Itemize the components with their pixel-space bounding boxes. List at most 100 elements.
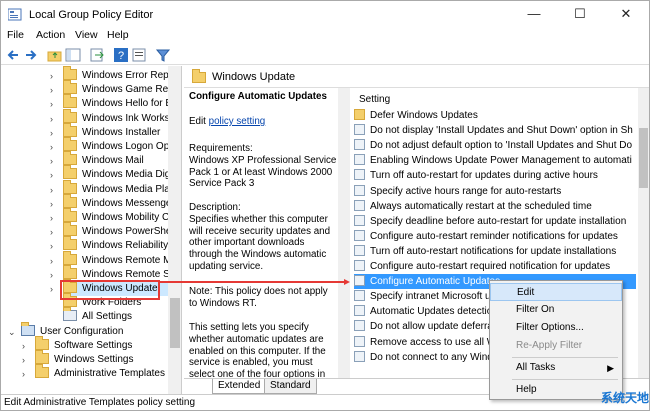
close-button[interactable]: ✕: [603, 1, 649, 29]
policy-setting-icon: [354, 290, 365, 302]
properties-icon[interactable]: [131, 47, 147, 63]
expand-arrow-icon[interactable]: ›: [50, 239, 53, 253]
collapse-arrow-icon[interactable]: ⌄: [8, 325, 16, 339]
policy-title: Configure Automatic Updates: [189, 91, 327, 102]
setting-row[interactable]: Configure auto-restart required notifica…: [354, 259, 636, 274]
folder-icon: [63, 179, 77, 194]
tree-item[interactable]: › Windows Mail: [50, 151, 144, 168]
expand-arrow-icon[interactable]: ›: [50, 112, 53, 126]
setting-row[interactable]: Do not display 'Install Updates and Shut…: [354, 123, 636, 138]
setting-label: Enabling Windows Update Power Management…: [370, 155, 632, 167]
setting-row[interactable]: Turn off auto-restart notifications for …: [354, 244, 636, 259]
policy-setting-icon: [354, 229, 365, 241]
ctx-edit[interactable]: Edit: [490, 283, 622, 301]
expand-arrow-icon[interactable]: ›: [50, 154, 53, 168]
expand-arrow-icon[interactable]: ›: [50, 140, 53, 154]
minimize-button[interactable]: —: [511, 1, 557, 29]
setting-row[interactable]: Enabling Windows Update Power Management…: [354, 153, 636, 168]
folder-icon: [63, 151, 77, 166]
note-text: Note: This policy does not apply to Wind…: [189, 286, 328, 309]
folder-icon: [63, 165, 77, 180]
ctx-separator: [512, 379, 618, 380]
tree-item[interactable]: › Windows Remote M: [50, 250, 172, 268]
menu-action[interactable]: Action: [36, 29, 65, 41]
tree-item[interactable]: › Administrative Templates: [22, 364, 165, 381]
setting-row[interactable]: Do not adjust default option to 'Install…: [354, 138, 636, 153]
edit-policy-link[interactable]: policy setting: [209, 116, 266, 127]
help-icon[interactable]: ?: [113, 47, 129, 63]
tree-item-label: Windows Media Pla: [82, 183, 170, 195]
tree-item[interactable]: › Windows Error Repo: [50, 66, 174, 83]
tree-item[interactable]: › Windows Messenger: [50, 193, 175, 211]
ctx-all-tasks[interactable]: All Tasks ▶: [490, 359, 622, 377]
tree-item[interactable]: › Windows Hello for B: [50, 94, 172, 111]
settings-column-header[interactable]: Setting: [359, 94, 390, 105]
expand-arrow-icon[interactable]: ›: [50, 126, 53, 140]
tab-standard[interactable]: Standard: [264, 379, 317, 394]
ctx-filter-options[interactable]: Filter Options...: [490, 319, 622, 337]
ctx-filter-on[interactable]: Filter On: [490, 301, 622, 319]
expand-arrow-icon[interactable]: ›: [50, 97, 53, 111]
tree-item-label: Windows Remote M: [82, 254, 172, 266]
tree-item[interactable]: › Windows Mobility C: [50, 208, 169, 225]
filter-icon[interactable]: [155, 47, 171, 63]
folder-icon: [35, 350, 49, 364]
setting-row[interactable]: Specify deadline before auto-restart for…: [354, 214, 636, 229]
tree-item[interactable]: › Windows Installer: [50, 122, 160, 140]
tree-item[interactable]: › Windows Settings: [22, 350, 133, 367]
tree-item[interactable]: All Settings: [63, 307, 132, 324]
tree-item-label: Windows Logon Opt: [82, 141, 173, 152]
expand-arrow-icon[interactable]: ›: [50, 268, 53, 282]
menu-view[interactable]: View: [75, 29, 98, 41]
tree-scrollbar-thumb[interactable]: [170, 298, 180, 348]
folder-icon: [63, 208, 77, 222]
export-icon[interactable]: [89, 47, 105, 63]
settings-scrollbar[interactable]: [638, 88, 649, 378]
folder-up-icon[interactable]: [47, 47, 63, 63]
settings-scrollbar-thumb[interactable]: [639, 128, 648, 188]
tree-item-label: Windows Mail: [82, 155, 144, 167]
expand-arrow-icon[interactable]: ›: [22, 339, 25, 353]
tree-item[interactable]: › Windows Media Dig: [50, 165, 170, 182]
expand-arrow-icon[interactable]: ›: [22, 367, 25, 381]
folder-icon: [63, 193, 77, 208]
expand-arrow-icon[interactable]: ›: [50, 168, 53, 182]
expand-arrow-icon[interactable]: ›: [50, 225, 53, 239]
tree-item[interactable]: › Windows Logon Opt: [50, 137, 173, 154]
setting-row[interactable]: Turn off auto-restart for updates during…: [354, 168, 636, 183]
setting-label: Do not adjust default option to 'Install…: [370, 140, 633, 152]
app-window: Local Group Policy Editor — ☐ ✕ File Act…: [0, 0, 650, 411]
tree-item[interactable]: › Windows Game Rec: [50, 80, 173, 97]
tab-extended[interactable]: Extended: [212, 379, 267, 394]
expand-arrow-icon[interactable]: ›: [50, 69, 53, 83]
expand-arrow-icon[interactable]: ›: [50, 197, 53, 211]
user-config-icon: [21, 321, 35, 336]
settings-folder-row[interactable]: Defer Windows Updates: [354, 108, 636, 123]
forward-icon[interactable]: [23, 47, 39, 63]
expand-arrow-icon[interactable]: ›: [50, 83, 53, 97]
setting-row[interactable]: Specify active hours range for auto-rest…: [354, 184, 636, 199]
setting-row[interactable]: Always automatically restart at the sche…: [354, 199, 636, 214]
description-scrollbar[interactable]: [338, 88, 350, 378]
requirements-text: Requirements: Windows XP Professional Se…: [189, 143, 337, 190]
setting-row[interactable]: Configure auto-restart reminder notifica…: [354, 229, 636, 244]
expand-arrow-icon[interactable]: ›: [50, 183, 53, 197]
show-tree-icon[interactable]: [65, 47, 81, 63]
tree-item[interactable]: › Windows Media Pla: [50, 179, 170, 197]
tree-item[interactable]: › Windows Reliability: [50, 236, 168, 253]
tree-item[interactable]: › Windows Ink Worksp: [50, 108, 175, 126]
back-icon[interactable]: [5, 47, 21, 63]
maximize-button[interactable]: ☐: [557, 1, 603, 29]
tree-item[interactable]: › Software Settings: [22, 335, 132, 353]
expand-arrow-icon[interactable]: ›: [50, 254, 53, 268]
tree-scrollbar[interactable]: [168, 66, 181, 394]
menu-file[interactable]: File: [7, 29, 24, 41]
setting-label: Specify active hours range for auto-rest…: [370, 185, 562, 197]
menu-help[interactable]: Help: [107, 29, 129, 41]
expand-arrow-icon[interactable]: ›: [22, 353, 25, 367]
expand-arrow-icon[interactable]: ›: [50, 211, 53, 225]
tree-item[interactable]: › Windows PowerShel: [50, 222, 174, 239]
highlight-arrow: [160, 279, 350, 285]
expand-arrow-icon[interactable]: ›: [50, 282, 53, 296]
all-settings-icon: [63, 307, 77, 322]
